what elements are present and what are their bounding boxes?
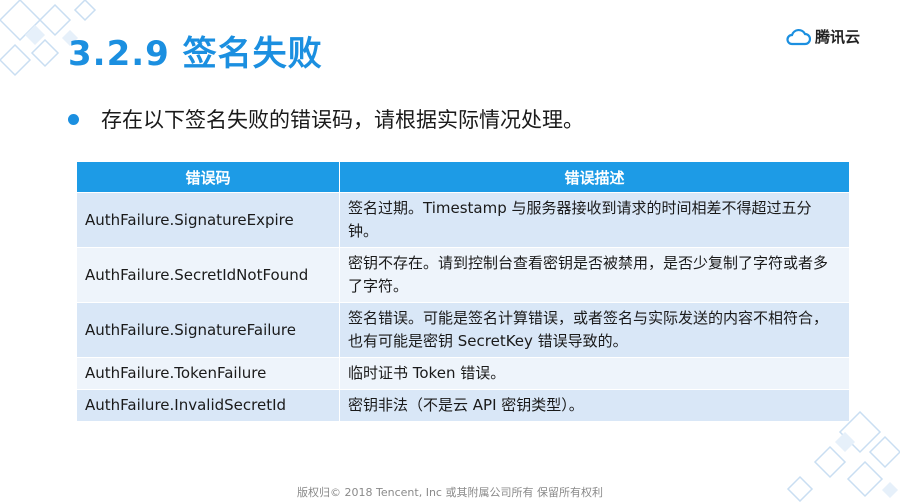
error-code-cell: AuthFailure.SignatureFailure bbox=[77, 302, 340, 357]
bullet-dot-icon bbox=[68, 113, 79, 125]
error-code-cell: AuthFailure.InvalidSecretId bbox=[77, 389, 340, 421]
table-header-row: 错误码 错误描述 bbox=[77, 162, 849, 192]
bullet-point: 存在以下签名失败的错误码，请根据实际情况处理。 bbox=[68, 104, 584, 134]
tencent-cloud-logo: 腾讯云 bbox=[785, 26, 860, 47]
error-description-cell: 密钥不存在。请到控制台查看密钥是否被禁用，是否少复制了字符或者多了字符。 bbox=[340, 247, 849, 302]
cloud-icon bbox=[786, 28, 811, 45]
error-description-cell: 签名过期。Timestamp 与服务器接收到请求的时间相差不得超过五分钟。 bbox=[340, 192, 849, 247]
error-code-cell: AuthFailure.TokenFailure bbox=[77, 357, 340, 389]
table-row: AuthFailure.InvalidSecretId 密钥非法（不是云 API… bbox=[77, 389, 849, 421]
error-description-cell: 临时证书 Token 错误。 bbox=[340, 357, 849, 389]
error-description-cell: 签名错误。可能是签名计算错误，或者签名与实际发送的内容不相符合，也有可能是密钥 … bbox=[340, 302, 849, 357]
page-title: 3.2.9 签名失败 bbox=[68, 34, 323, 74]
slide: 3.2.9 签名失败 腾讯云 存在以下签名失败的错误码，请根据实际情况处理。 错… bbox=[0, 0, 900, 502]
error-code-table: 错误码 错误描述 AuthFailure.SignatureExpire 签名过… bbox=[77, 162, 849, 421]
table-row: AuthFailure.SignatureFailure 签名错误。可能是签名计… bbox=[77, 302, 849, 357]
table-row: AuthFailure.SignatureExpire 签名过期。Timesta… bbox=[77, 192, 849, 247]
error-code-cell: AuthFailure.SignatureExpire bbox=[77, 192, 340, 247]
error-code-cell: AuthFailure.SecretIdNotFound bbox=[77, 247, 340, 302]
table-row: AuthFailure.TokenFailure 临时证书 Token 错误。 bbox=[77, 357, 849, 389]
table-row: AuthFailure.SecretIdNotFound 密钥不存在。请到控制台… bbox=[77, 247, 849, 302]
header-error-code: 错误码 bbox=[77, 162, 340, 192]
copyright-footer: 版权归© 2018 Tencent, Inc 或其附属公司所有 保留所有权利 bbox=[297, 486, 603, 499]
bullet-text: 存在以下签名失败的错误码，请根据实际情况处理。 bbox=[101, 108, 584, 132]
header-error-description: 错误描述 bbox=[340, 162, 849, 192]
logo-text: 腾讯云 bbox=[814, 28, 860, 46]
